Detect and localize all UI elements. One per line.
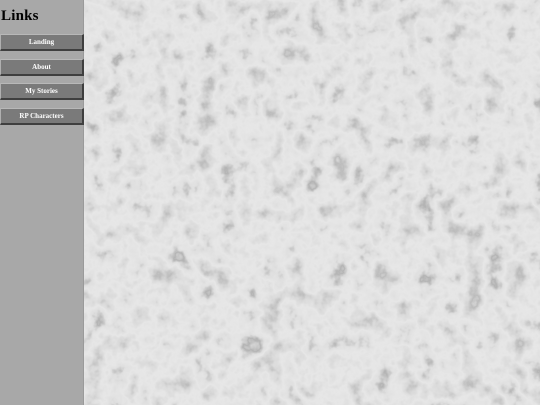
nav-button-rp-characters[interactable]: RP Characters [0, 108, 84, 125]
nav-button-my-stories[interactable]: My Stories [0, 83, 84, 100]
marble-background-area [84, 0, 540, 405]
marble-texture [84, 0, 540, 405]
sidebar-title: Links [1, 8, 39, 24]
nav-button-landing[interactable]: Landing [0, 34, 84, 51]
nav-button-about[interactable]: About [0, 59, 84, 76]
sidebar: Links Landing About My Stories RP Charac… [0, 0, 84, 405]
